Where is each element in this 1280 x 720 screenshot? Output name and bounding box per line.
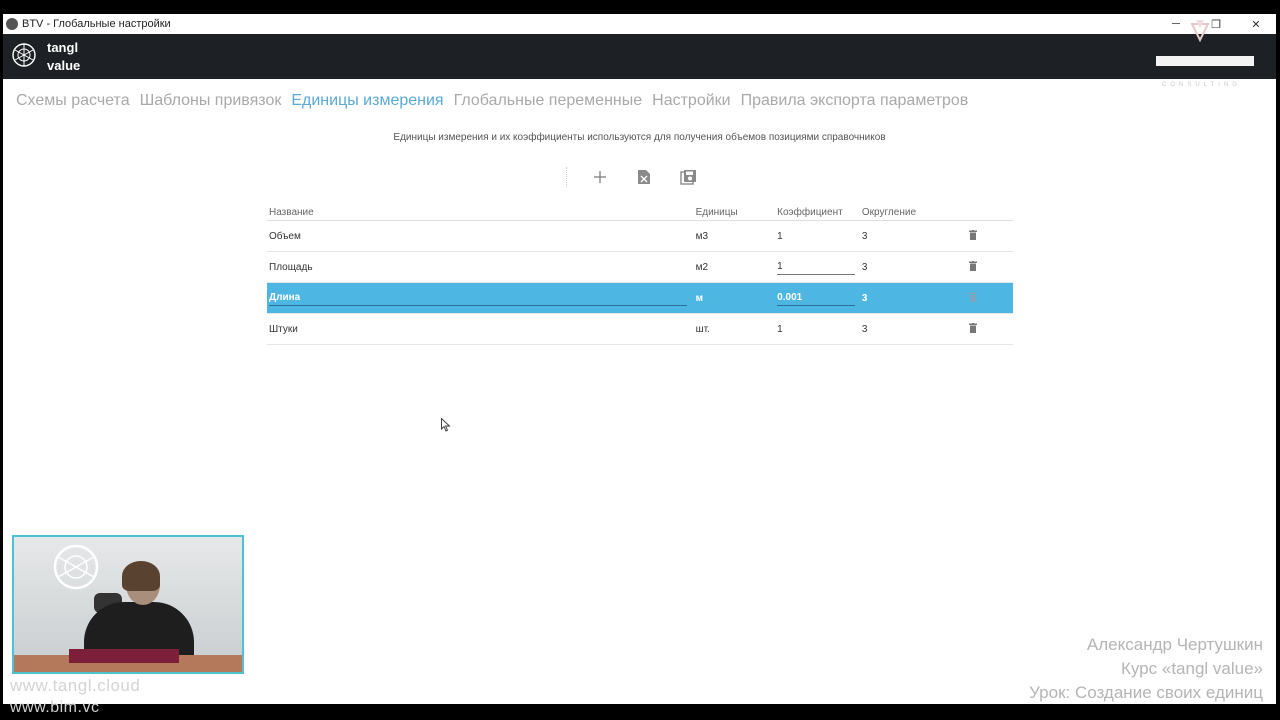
cell-rounding[interactable]: 3 (859, 251, 968, 283)
tab-export-rules[interactable]: Правила экспорта параметров (741, 92, 969, 110)
export-excel-button[interactable] (633, 166, 655, 188)
header-coefficient: Коэффициент (775, 204, 860, 221)
cell-coefficient[interactable]: 0.001 (775, 282, 860, 314)
page-description: Единицы измерения и их коэффициенты испо… (393, 132, 886, 143)
excel-icon (638, 170, 650, 184)
cell-delete (967, 313, 1013, 345)
app-header: tangl value (3, 34, 1276, 79)
trash-icon[interactable] (969, 260, 978, 271)
cell-name[interactable]: Объем (267, 220, 694, 252)
webcam-laptop (69, 649, 179, 663)
coefficient-input[interactable]: 1 (777, 260, 856, 275)
brand-watermark-text: CONSULTING (1162, 82, 1241, 88)
toolbar-divider (566, 167, 568, 187)
logo-line-2: value (47, 58, 81, 73)
mouse-cursor-icon (441, 418, 451, 432)
header-actions (967, 204, 1013, 221)
units-table: Название Единицы Коэффициент Округление … (267, 204, 1013, 345)
cell-name[interactable]: Штуки (267, 313, 694, 345)
watermark-site-bim: www.bim.vc (10, 699, 100, 716)
tab-settings[interactable]: Настройки (652, 92, 730, 110)
header-rounding: Округление (859, 204, 968, 221)
save-button[interactable] (677, 166, 699, 188)
table-row[interactable]: Штуки шт. 1 3 (267, 313, 1013, 345)
add-unit-button[interactable] (589, 166, 611, 188)
header-name: Название (267, 204, 694, 221)
tab-calc-schemes[interactable]: Схемы расчета (16, 92, 130, 110)
window-title: BTV - Глобальные настройки (22, 18, 171, 30)
cell-coefficient[interactable]: 1 (775, 313, 860, 345)
brand-watermark: CONSULTING (1150, 10, 1260, 88)
app-icon (6, 18, 18, 30)
cell-name[interactable]: Длина (267, 282, 694, 314)
tab-global-variables[interactable]: Глобальные переменные (454, 92, 643, 110)
header-unit: Единицы (693, 204, 776, 221)
trash-icon[interactable] (969, 322, 978, 333)
logo-text: tangl value (47, 39, 80, 75)
cell-unit[interactable]: м2 (693, 251, 776, 283)
tab-units[interactable]: Единицы измерения (291, 92, 443, 110)
title-bar: BTV - Глобальные настройки ─ ❐ ✕ (3, 14, 1276, 34)
cell-unit[interactable]: шт. (693, 313, 776, 345)
cell-rounding[interactable]: 3 (859, 313, 968, 345)
video-credits: Александр Чертушкин Курс «tangl value» У… (1029, 633, 1263, 705)
cell-delete (967, 251, 1013, 283)
coefficient-input[interactable]: 0.001 (777, 291, 856, 306)
wall-logo-icon (53, 544, 99, 590)
table-row[interactable]: Объем м3 1 3 (267, 220, 1013, 252)
cell-unit[interactable]: м3 (693, 220, 776, 252)
trash-icon[interactable] (969, 229, 978, 240)
brand-logo-icon (1156, 20, 1254, 66)
toolbar (566, 166, 721, 188)
watermark-site-tangl: www.tangl.cloud (10, 676, 141, 695)
webcam-person-hair (122, 561, 160, 591)
tangl-logo-icon (12, 43, 36, 67)
cell-coefficient[interactable]: 1 (775, 251, 860, 283)
cell-rounding[interactable]: 3 (859, 282, 968, 314)
logo-line-1: tangl (47, 40, 79, 55)
tab-binding-templates[interactable]: Шаблоны привязок (140, 92, 282, 110)
table-header-row: Название Единицы Коэффициент Округление (267, 204, 1013, 221)
credits-course: Курс «tangl value» (1120, 659, 1263, 678)
webcam-overlay (12, 535, 244, 674)
name-input[interactable]: Длина (269, 291, 687, 306)
cell-delete (967, 220, 1013, 252)
save-icon (679, 170, 696, 185)
settings-tabs: Схемы расчета Шаблоны привязок Единицы и… (16, 92, 978, 110)
plus-icon (594, 171, 606, 183)
trash-icon[interactable] (969, 291, 978, 302)
credits-lesson: Урок: Создание своих единиц (1029, 683, 1263, 702)
cell-unit[interactable]: м (693, 282, 776, 314)
cell-delete (967, 282, 1013, 314)
cell-coefficient[interactable]: 1 (775, 220, 860, 252)
cell-rounding[interactable]: 3 (859, 220, 968, 252)
cell-name[interactable]: Площадь (267, 251, 694, 283)
table-row-selected[interactable]: Длина м 0.001 3 (267, 282, 1013, 314)
credits-author: Александр Чертушкин (1086, 635, 1263, 654)
table-row[interactable]: Площадь м2 1 3 (267, 251, 1013, 283)
